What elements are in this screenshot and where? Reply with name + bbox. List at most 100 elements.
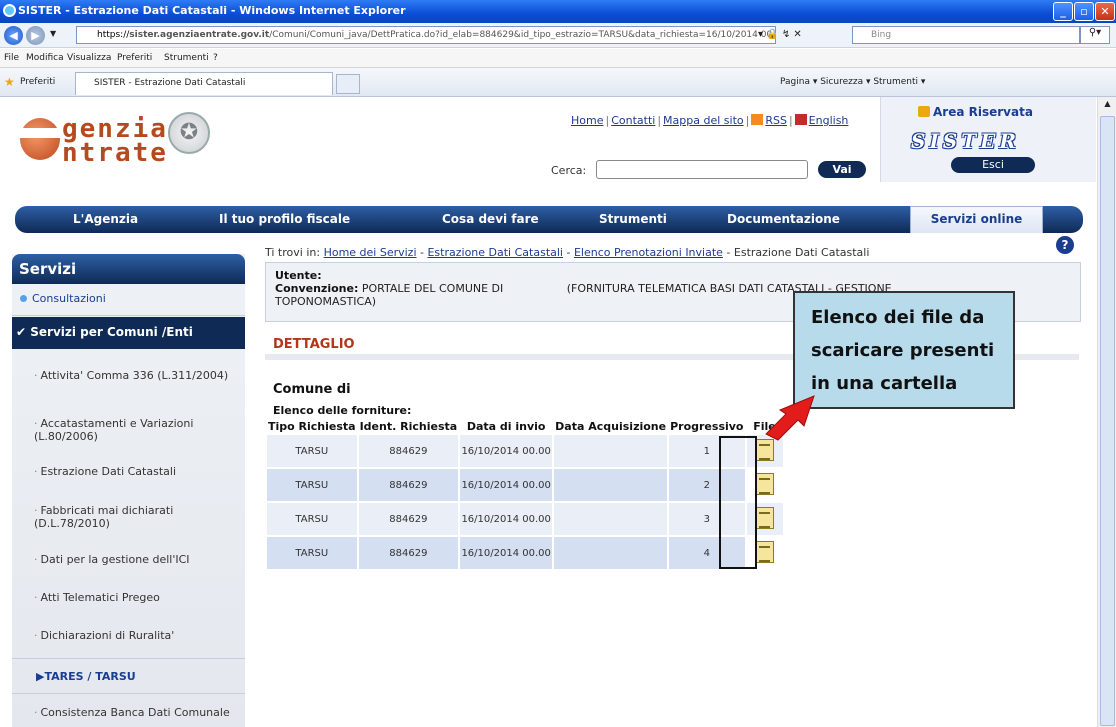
col-ident-richiesta: Ident. Richiesta	[358, 420, 459, 433]
nav-servizi-online[interactable]: Servizi online	[910, 206, 1043, 233]
sidebar: Servizi Consultazioni ✔ Servizi per Comu…	[12, 254, 245, 727]
cell-data-acquisizione	[554, 469, 668, 501]
vai-button[interactable]: Vai	[818, 161, 866, 178]
scrollbar-thumb[interactable]	[1100, 116, 1115, 726]
file-download-icon[interactable]	[755, 472, 774, 495]
sidebar-item-consultazioni[interactable]: Consultazioni	[12, 284, 245, 316]
breadcrumb-prefix: Ti trovi in:	[265, 246, 321, 259]
cell-data-acquisizione	[554, 503, 668, 535]
breadcrumb-current: Estrazione Dati Catastali	[733, 246, 870, 259]
site-search-input[interactable]	[596, 160, 808, 179]
esci-button[interactable]: Esci	[951, 157, 1035, 173]
nav-agenzia[interactable]: L'Agenzia	[73, 212, 138, 226]
cell-ident: 884629	[358, 435, 459, 467]
breadcrumb-home-servizi[interactable]: Home dei Servizi	[324, 246, 417, 259]
forniture-table: Tipo Richiesta Ident. Richiesta Data di …	[265, 418, 785, 571]
sidebar-item-label: Accatastamenti e Variazioni (L.80/2006)	[34, 417, 194, 443]
agenzia-entrate-logo[interactable]: genzia ntrate	[18, 108, 248, 170]
search-button[interactable]: ⚲▾	[1080, 26, 1110, 44]
rss-icon	[751, 114, 764, 125]
sidebar-item-comma-336[interactable]: · Attivita' Comma 336 (L.311/2004)	[34, 369, 234, 382]
logo-a-stripe	[18, 128, 62, 138]
link-rss[interactable]: RSS	[765, 114, 787, 127]
cell-ident: 884629	[358, 537, 459, 569]
cell-data-acquisizione	[554, 537, 668, 569]
sidebar-item-label: Fabbricati mai dichiarati (D.L.78/2010)	[34, 504, 174, 530]
red-arrow-icon	[765, 395, 815, 441]
menu-strumenti[interactable]: Strumenti	[164, 53, 209, 63]
menu-help[interactable]: ?	[213, 53, 218, 63]
back-button[interactable]: ◀	[4, 26, 23, 45]
favorites-star-icon[interactable]: ★	[4, 75, 15, 89]
breadcrumb-elenco-prenotazioni[interactable]: Elenco Prenotazioni Inviate	[574, 246, 723, 259]
annotation-callout: Elenco dei file da scaricare presenti in…	[793, 291, 1015, 409]
sidebar-item-label: Servizi per Comuni /Enti	[30, 325, 193, 339]
url-input[interactable]: https://sister.agenziaentrate.gov.it/Com…	[76, 26, 776, 44]
nav-documentazione[interactable]: Documentazione	[727, 212, 840, 226]
cell-data-acquisizione	[554, 435, 668, 467]
sidebar-item-label: Attivita' Comma 336 (L.311/2004)	[40, 369, 229, 382]
nav-cosa-devi-fare[interactable]: Cosa devi fare	[442, 212, 539, 226]
cell-data-invio: 16/10/2014 00.00	[460, 537, 553, 569]
cell-tipo: TARSU	[267, 503, 357, 535]
link-contatti[interactable]: Contatti	[611, 114, 655, 127]
cell-tipo: TARSU	[267, 537, 357, 569]
link-english[interactable]: English	[809, 114, 849, 127]
file-download-icon[interactable]	[755, 506, 774, 529]
sidebar-item-pregeo[interactable]: · Atti Telematici Pregeo	[34, 591, 234, 604]
nav-strumenti[interactable]: Strumenti	[599, 212, 667, 226]
sidebar-item-label: Dichiarazioni di Ruralita'	[40, 629, 175, 642]
sidebar-item-servizi-comuni[interactable]: ✔ Servizi per Comuni /Enti	[12, 317, 245, 349]
minimize-button[interactable]: _	[1053, 2, 1073, 21]
area-riservata-panel: Area Riservata SISTER Esci	[880, 97, 1096, 182]
menu-file[interactable]: File	[4, 53, 19, 63]
sidebar-item-accatastamenti[interactable]: · Accatastamenti e Variazioni (L.80/2006)	[34, 417, 234, 443]
logo-line2: ntrate	[62, 138, 168, 168]
sidebar-item-estrazione[interactable]: · Estrazione Dati Catastali	[34, 465, 234, 478]
convenzione-text: PORTALE DEL COMUNE DI	[361, 282, 504, 295]
main-nav: L'Agenzia Il tuo profilo fiscale Cosa de…	[15, 206, 1083, 233]
utente-label: Utente:	[275, 269, 322, 282]
new-tab-button[interactable]	[336, 74, 360, 94]
file-download-icon[interactable]	[755, 540, 774, 563]
cell-data-invio: 16/10/2014 00.00	[460, 503, 553, 535]
menu-preferiti[interactable]: Preferiti	[117, 53, 152, 63]
bullet-icon	[20, 295, 27, 302]
sidebar-title: Servizi	[12, 254, 245, 284]
link-home[interactable]: Home	[571, 114, 603, 127]
lock-icon	[918, 106, 930, 117]
vertical-scrollbar[interactable]: ▲	[1097, 97, 1116, 727]
breadcrumb-estrazione[interactable]: Estrazione Dati Catastali	[427, 246, 563, 259]
close-window-button[interactable]: ✕	[1095, 2, 1115, 21]
address-bar-row: ◀ ▶ ▼ https://sister.agenziaentrate.gov.…	[0, 23, 1116, 48]
link-mappa[interactable]: Mappa del sito	[663, 114, 744, 127]
sidebar-item-ruralita[interactable]: · Dichiarazioni di Ruralita'	[34, 629, 234, 642]
area-riservata-label: Area Riservata	[933, 105, 1033, 119]
window-title: SISTER - Estrazione Dati Catastali - Win…	[18, 4, 406, 17]
cell-data-invio: 16/10/2014 00.00	[460, 435, 553, 467]
menu-visualizza[interactable]: Visualizza	[67, 53, 111, 63]
scroll-up-icon[interactable]: ▲	[1100, 99, 1115, 114]
search-input[interactable]: Bing	[852, 26, 1080, 44]
history-dropdown-icon[interactable]: ▼	[50, 29, 56, 38]
maximize-button[interactable]: ▫	[1074, 2, 1094, 21]
favorites-label[interactable]: Preferiti	[20, 77, 55, 87]
lock-icon[interactable]: ▾ 🔒 ↯ ✕	[758, 29, 802, 40]
sidebar-item-fabbricati[interactable]: · Fabbricati mai dichiarati (D.L.78/2010)	[34, 504, 234, 530]
comune-label: Comune di	[273, 382, 351, 397]
command-bar[interactable]: Pagina ▾ Sicurezza ▾ Strumenti ▾	[780, 77, 925, 87]
menu-modifica[interactable]: Modifica	[26, 53, 64, 63]
nav-profilo[interactable]: Il tuo profilo fiscale	[219, 212, 350, 226]
sidebar-item-label: Consultazioni	[32, 292, 106, 305]
forward-button[interactable]: ▶	[26, 26, 45, 45]
convenzione-label: Convenzione:	[275, 282, 359, 295]
sidebar-item-tares[interactable]: ▶TARES / TARSU	[12, 658, 245, 694]
tab-sister[interactable]: SISTER - Estrazione Dati Catastali	[75, 72, 333, 95]
help-icon[interactable]: ?	[1056, 236, 1074, 254]
sidebar-item-label: Consistenza Banca Dati Comunale	[40, 706, 230, 719]
col-data-invio: Data di invio	[460, 420, 553, 433]
cell-data-invio: 16/10/2014 00.00	[460, 469, 553, 501]
sidebar-item-consistenza[interactable]: · Consistenza Banca Dati Comunale	[34, 706, 234, 719]
sidebar-item-ici[interactable]: · Dati per la gestione dell'ICI	[34, 553, 234, 566]
convenzione-text-3: TOPONOMASTICA)	[275, 295, 377, 308]
